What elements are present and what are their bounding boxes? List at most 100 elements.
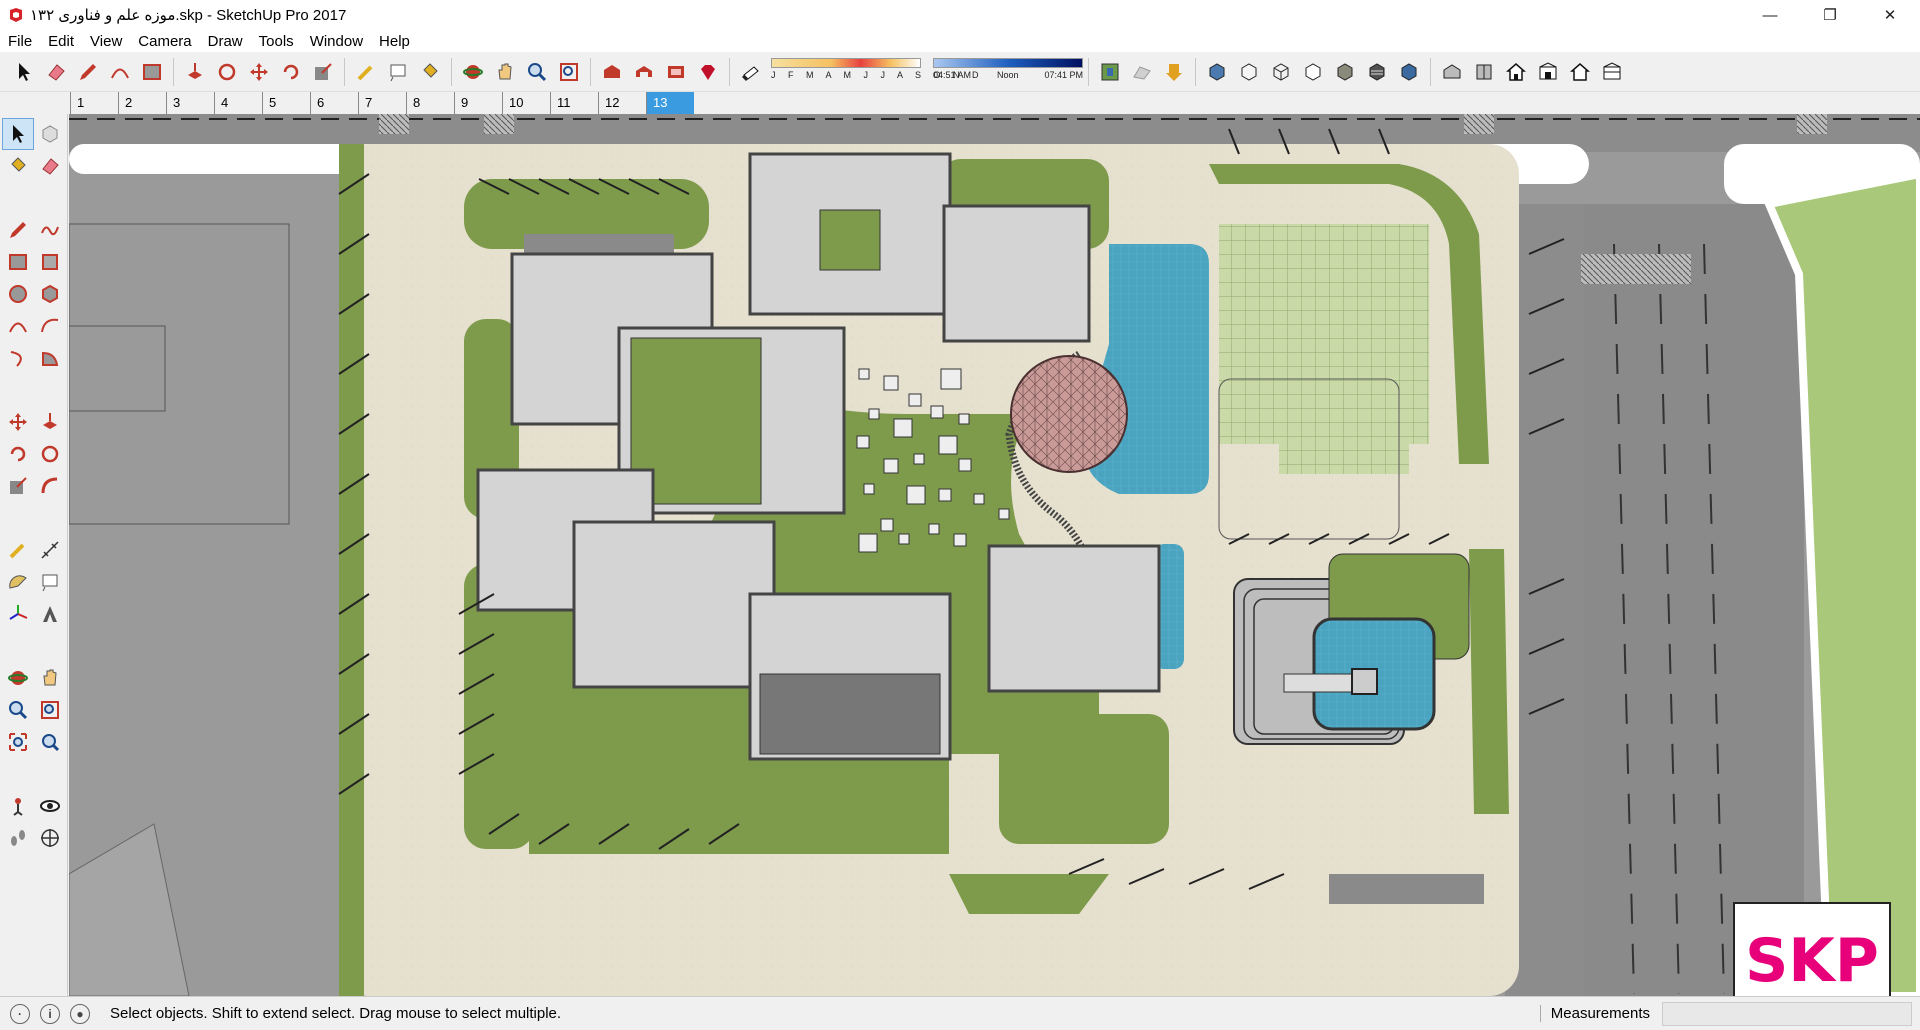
time-slider-track[interactable] [933, 57, 1083, 68]
model-viewport[interactable] [69, 114, 1920, 996]
rotate-tool[interactable] [2, 438, 34, 470]
style-monochrome-button[interactable] [1394, 57, 1424, 87]
style-hidden-line-button[interactable] [1298, 57, 1328, 87]
style-back-edges-button[interactable] [1234, 57, 1264, 87]
scene-tab-7[interactable]: 7 [358, 92, 406, 114]
rotated-rectangle-tool[interactable] [34, 246, 66, 278]
two-point-arc-tool[interactable] [34, 310, 66, 342]
pie-tool[interactable] [34, 342, 66, 374]
arc-tool[interactable] [2, 310, 34, 342]
menu-window[interactable]: Window [302, 33, 371, 50]
scale-tool[interactable] [2, 470, 34, 502]
view-front-button[interactable] [1501, 57, 1531, 87]
protractor-tool[interactable] [2, 566, 34, 598]
scene-tab-13[interactable]: 13 [646, 92, 694, 114]
3d-text-tool[interactable] [34, 598, 66, 630]
push-pull-tool-button[interactable] [180, 57, 210, 87]
month-slider-track[interactable] [771, 57, 921, 68]
menu-edit[interactable]: Edit [40, 33, 82, 50]
view-right-button[interactable] [1533, 57, 1563, 87]
offset-tool[interactable] [34, 470, 66, 502]
menu-help[interactable]: Help [371, 33, 418, 50]
view-back-button[interactable] [1565, 57, 1595, 87]
scene-tab-12[interactable]: 12 [598, 92, 646, 114]
follow-me-tool[interactable] [34, 438, 66, 470]
select-tool[interactable] [2, 118, 34, 150]
rectangle-tool[interactable] [2, 246, 34, 278]
follow-me-tool-button[interactable] [212, 57, 242, 87]
previous-view-tool[interactable] [34, 726, 66, 758]
menu-file[interactable]: File [0, 33, 40, 50]
style-xray-button[interactable] [1202, 57, 1232, 87]
user-account-icon[interactable]: ● [70, 1003, 90, 1024]
line-tool[interactable] [2, 214, 34, 246]
freehand-tool[interactable] [34, 214, 66, 246]
move-tool[interactable] [2, 406, 34, 438]
scene-tab-10[interactable]: 10 [502, 92, 550, 114]
style-wireframe-button[interactable] [1266, 57, 1296, 87]
orbit-tool[interactable] [2, 662, 34, 694]
extension-manager-button[interactable] [693, 57, 723, 87]
tape-measure-tool[interactable] [2, 534, 34, 566]
restore-button[interactable]: ❐ [1800, 0, 1860, 30]
select-tool-button[interactable] [9, 57, 39, 87]
walk-tool[interactable] [2, 822, 34, 854]
menu-draw[interactable]: Draw [200, 33, 251, 50]
zoom-tool[interactable] [2, 694, 34, 726]
look-around-tool[interactable] [34, 790, 66, 822]
orbit-tool-button[interactable] [458, 57, 488, 87]
scale-tool-button[interactable] [308, 57, 338, 87]
menu-view[interactable]: View [82, 33, 130, 50]
dimension-tool[interactable] [34, 534, 66, 566]
section-plane-tool[interactable] [34, 822, 66, 854]
view-iso-button[interactable] [1437, 57, 1467, 87]
text-tool[interactable] [34, 566, 66, 598]
polygon-tool[interactable] [34, 278, 66, 310]
photo-textures-button[interactable] [1159, 57, 1189, 87]
credits-info-icon[interactable]: i [40, 1003, 60, 1024]
push-pull-tool[interactable] [34, 406, 66, 438]
paint-bucket-tool[interactable] [2, 150, 34, 182]
scene-tab-6[interactable]: 6 [310, 92, 358, 114]
shapes-tool-button[interactable] [137, 57, 167, 87]
pan-tool[interactable] [34, 662, 66, 694]
scene-tab-3[interactable]: 3 [166, 92, 214, 114]
minimize-button[interactable]: — [1740, 0, 1800, 30]
menu-camera[interactable]: Camera [130, 33, 199, 50]
scene-tab-2[interactable]: 2 [118, 92, 166, 114]
eraser-tool-button[interactable] [41, 57, 71, 87]
line-tool-button[interactable] [73, 57, 103, 87]
scene-tab-4[interactable]: 4 [214, 92, 262, 114]
zoom-window-tool[interactable] [34, 694, 66, 726]
rotate-tool-button[interactable] [276, 57, 306, 87]
arc-tool-button[interactable] [105, 57, 135, 87]
circle-tool[interactable] [2, 278, 34, 310]
paint-bucket-tool-button[interactable] [415, 57, 445, 87]
add-location-button[interactable] [1095, 57, 1125, 87]
style-shaded-textures-button[interactable] [1362, 57, 1392, 87]
position-camera-tool[interactable] [2, 790, 34, 822]
scene-tab-1[interactable]: 1 [70, 92, 118, 114]
scene-tab-8[interactable]: 8 [406, 92, 454, 114]
tape-measure-tool-button[interactable] [351, 57, 381, 87]
measurements-input[interactable] [1662, 1001, 1912, 1026]
month-slider[interactable]: J F M A M J J A S O N D [771, 57, 979, 86]
style-shaded-button[interactable] [1330, 57, 1360, 87]
close-button[interactable]: ✕ [1860, 0, 1920, 30]
zoom-extents-tool[interactable] [2, 726, 34, 758]
pan-tool-button[interactable] [490, 57, 520, 87]
3d-warehouse-button[interactable] [597, 57, 627, 87]
geolocation-icon[interactable]: · [10, 1003, 30, 1024]
extension-warehouse-button[interactable] [661, 57, 691, 87]
scene-tab-5[interactable]: 5 [262, 92, 310, 114]
text-tool-button[interactable] [383, 57, 413, 87]
display-shadows-button[interactable] [736, 57, 766, 87]
zoom-tool-button[interactable] [522, 57, 552, 87]
make-component-tool[interactable] [34, 118, 66, 150]
view-top-button[interactable] [1469, 57, 1499, 87]
three-point-arc-tool[interactable] [2, 342, 34, 374]
axes-tool[interactable] [2, 598, 34, 630]
scene-tab-9[interactable]: 9 [454, 92, 502, 114]
toggle-terrain-button[interactable] [1127, 57, 1157, 87]
move-tool-button[interactable] [244, 57, 274, 87]
